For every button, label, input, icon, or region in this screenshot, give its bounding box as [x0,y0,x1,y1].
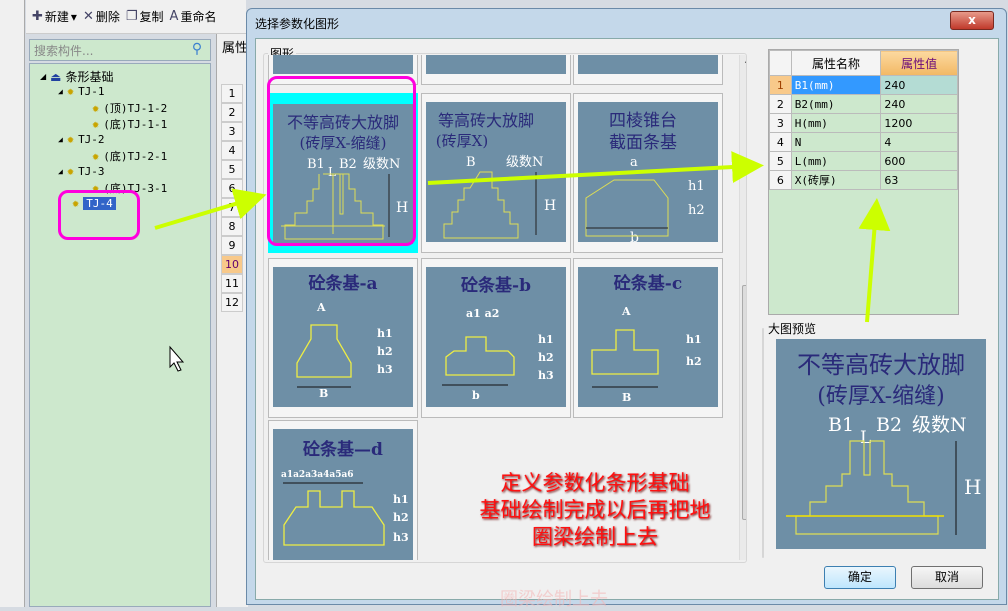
annotation-ghost-text: 圈梁绘制上去 [500,589,608,610]
mouse-cursor-icon [169,345,185,372]
annotation-text: 定义参数化条形基础 基础绘制完成以后再把地 圈梁绘制上去 [420,470,770,551]
annotation-line: 圈梁绘制上去 [532,525,658,549]
arrow [427,151,764,185]
arrow [858,198,891,323]
annotation-line: 基础绘制完成以后再把地 [479,498,711,522]
annotation-line: 定义参数化条形基础 [500,471,690,495]
arrow [154,188,267,230]
